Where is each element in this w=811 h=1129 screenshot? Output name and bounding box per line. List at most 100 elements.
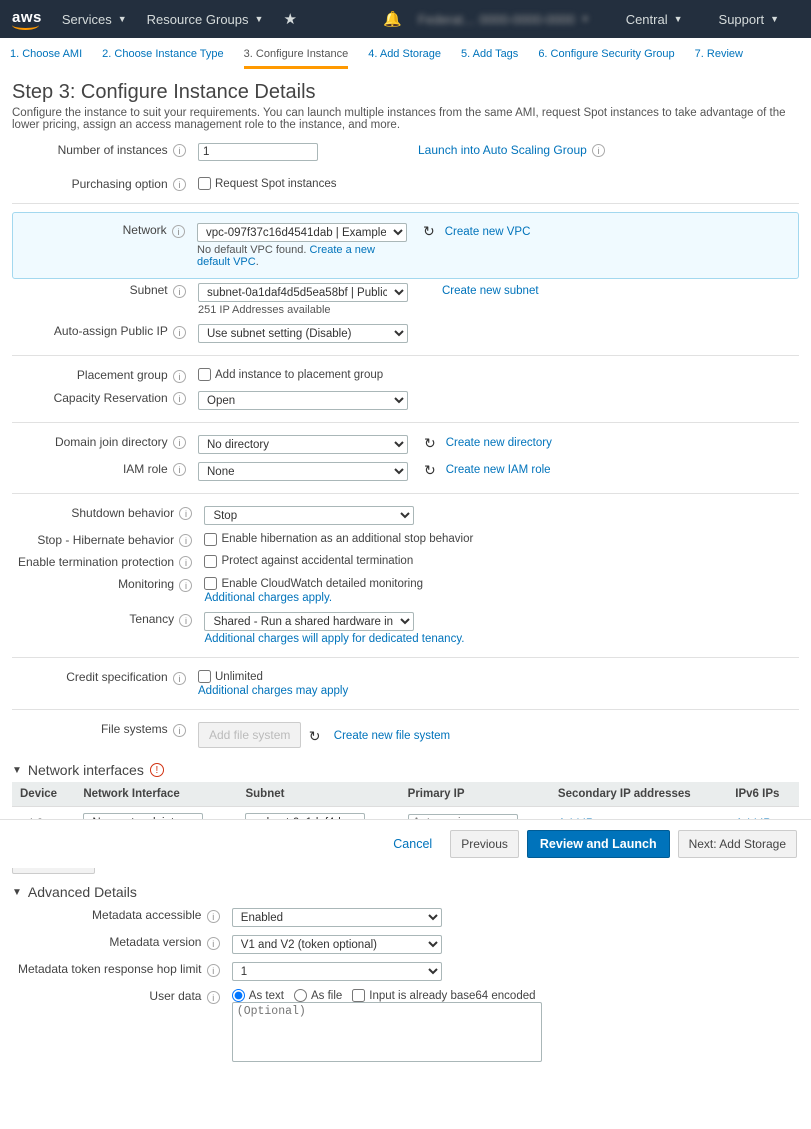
info-icon[interactable]: i xyxy=(179,507,192,520)
region-menu[interactable]: Central▼ xyxy=(626,12,683,27)
iam-select[interactable]: None xyxy=(198,462,408,481)
tenancy-label: Tenancy xyxy=(129,612,174,626)
monitoring-label: Monitoring xyxy=(118,577,174,591)
add-fs-button: Add file system xyxy=(198,722,301,748)
info-icon[interactable]: i xyxy=(592,144,605,157)
fs-label: File systems xyxy=(101,722,168,736)
spot-checkbox[interactable] xyxy=(198,177,211,190)
top-nav: aws Services▼ Resource Groups▼ ★ 🔔 Feder… xyxy=(0,0,811,38)
support-menu[interactable]: Support▼ xyxy=(719,12,779,27)
hibernate-checkbox[interactable] xyxy=(204,533,217,546)
notifications-icon[interactable]: 🔔 xyxy=(383,10,402,28)
userdata-b64-checkbox[interactable] xyxy=(352,989,365,1002)
aws-logo[interactable]: aws xyxy=(12,9,42,30)
tenancy-select[interactable]: Shared - Run a shared hardware instance xyxy=(204,612,414,631)
subnet-select[interactable]: subnet-0a1daf4d5d5ea58bf | Public subnet… xyxy=(198,283,408,302)
create-directory-link[interactable]: Create new directory xyxy=(446,437,552,449)
num-instances-label: Number of instances xyxy=(58,143,168,157)
info-icon[interactable]: i xyxy=(207,937,220,950)
domain-select[interactable]: No directory xyxy=(198,435,408,454)
info-icon[interactable]: i xyxy=(173,463,186,476)
info-icon[interactable]: i xyxy=(172,225,185,238)
create-iam-link[interactable]: Create new IAM role xyxy=(446,464,551,476)
info-icon[interactable]: i xyxy=(173,392,186,405)
info-icon[interactable]: i xyxy=(173,370,186,383)
info-icon[interactable]: i xyxy=(207,964,220,977)
hop-label: Metadata token response hop limit xyxy=(18,962,201,976)
meta-access-select[interactable]: Enabled xyxy=(232,908,442,927)
info-icon[interactable]: i xyxy=(207,991,220,1004)
refresh-icon[interactable]: ↻ xyxy=(424,462,436,479)
info-icon[interactable]: i xyxy=(173,178,186,191)
credit-checkbox[interactable] xyxy=(198,670,211,683)
tab-add-storage[interactable]: 4. Add Storage xyxy=(368,48,441,69)
info-icon[interactable]: i xyxy=(179,614,192,627)
userdata-label: User data xyxy=(149,989,201,1003)
network-interfaces-header[interactable]: ▼ Network interfaces ! xyxy=(12,762,799,778)
warning-icon: ! xyxy=(150,763,164,777)
subnet-label: Subnet xyxy=(130,283,168,297)
info-icon[interactable]: i xyxy=(179,579,192,592)
previous-button[interactable]: Previous xyxy=(450,830,519,858)
termination-checkbox[interactable] xyxy=(204,555,217,568)
tab-review[interactable]: 7. Review xyxy=(695,48,743,69)
info-icon[interactable]: i xyxy=(173,144,186,157)
domain-label: Domain join directory xyxy=(55,435,168,449)
refresh-icon[interactable]: ↻ xyxy=(424,435,436,452)
charges-link[interactable]: Additional charges apply. xyxy=(204,592,793,604)
credit-charges-link[interactable]: Additional charges may apply xyxy=(198,685,793,697)
create-fs-link[interactable]: Create new file system xyxy=(334,730,450,742)
hibernate-label: Stop - Hibernate behavior xyxy=(37,533,174,547)
userdata-file-radio[interactable] xyxy=(294,989,307,1002)
purchasing-label: Purchasing option xyxy=(72,177,168,191)
page-subtitle: Configure the instance to suit your requ… xyxy=(12,107,799,131)
launch-asg-link[interactable]: Launch into Auto Scaling Group xyxy=(418,143,587,157)
info-icon[interactable]: i xyxy=(173,724,186,737)
wizard-tabs: 1. Choose AMI 2. Choose Instance Type 3.… xyxy=(0,38,811,69)
footer-bar: Cancel Previous Review and Launch Next: … xyxy=(0,819,811,868)
cancel-button[interactable]: Cancel xyxy=(383,830,442,858)
placement-label: Placement group xyxy=(77,368,168,382)
info-icon[interactable]: i xyxy=(179,534,192,547)
services-menu[interactable]: Services▼ xyxy=(62,12,127,27)
refresh-icon[interactable]: ↻ xyxy=(309,728,321,745)
autoip-select[interactable]: Use subnet setting (Disable) xyxy=(198,324,408,343)
refresh-icon[interactable]: ↻ xyxy=(423,223,435,240)
autoip-label: Auto-assign Public IP xyxy=(54,324,168,338)
tab-choose-ami[interactable]: 1. Choose AMI xyxy=(10,48,82,69)
info-icon[interactable]: i xyxy=(173,672,186,685)
network-select[interactable]: vpc-097f37c16d4541dab | Example_VPC xyxy=(197,223,407,242)
tenancy-charges-link[interactable]: Additional charges will apply for dedica… xyxy=(204,633,793,645)
userdata-text-radio[interactable] xyxy=(232,989,245,1002)
next-button[interactable]: Next: Add Storage xyxy=(678,830,797,858)
account-menu[interactable]: Federat… 0000-0000-0000 ▼ xyxy=(418,12,590,27)
tab-configure-instance[interactable]: 3. Configure Instance xyxy=(244,48,349,69)
pin-icon[interactable]: ★ xyxy=(283,10,296,28)
iam-label: IAM role xyxy=(123,462,168,476)
placement-checkbox[interactable] xyxy=(198,368,211,381)
tab-security-group[interactable]: 6. Configure Security Group xyxy=(538,48,674,69)
hop-select[interactable]: 1 xyxy=(232,962,442,981)
tab-add-tags[interactable]: 5. Add Tags xyxy=(461,48,518,69)
userdata-textarea[interactable] xyxy=(232,1002,542,1062)
shutdown-select[interactable]: Stop xyxy=(204,506,414,525)
info-icon[interactable]: i xyxy=(173,326,186,339)
info-icon[interactable]: i xyxy=(179,556,192,569)
collapse-icon: ▼ xyxy=(12,887,22,898)
meta-ver-select[interactable]: V1 and V2 (token optional) xyxy=(232,935,442,954)
network-label: Network xyxy=(123,223,167,237)
review-launch-button[interactable]: Review and Launch xyxy=(527,830,670,858)
capres-select[interactable]: Open xyxy=(198,391,408,410)
shutdown-label: Shutdown behavior xyxy=(71,506,174,520)
resource-groups-menu[interactable]: Resource Groups▼ xyxy=(147,12,264,27)
tab-instance-type[interactable]: 2. Choose Instance Type xyxy=(102,48,224,69)
info-icon[interactable]: i xyxy=(173,436,186,449)
create-subnet-link[interactable]: Create new subnet xyxy=(442,285,539,297)
info-icon[interactable]: i xyxy=(173,285,186,298)
info-icon[interactable]: i xyxy=(207,910,220,923)
create-vpc-link[interactable]: Create new VPC xyxy=(445,226,531,238)
capres-label: Capacity Reservation xyxy=(54,391,168,405)
num-instances-input[interactable] xyxy=(198,143,318,161)
advanced-details-header[interactable]: ▼ Advanced Details xyxy=(12,884,799,900)
monitoring-checkbox[interactable] xyxy=(204,577,217,590)
